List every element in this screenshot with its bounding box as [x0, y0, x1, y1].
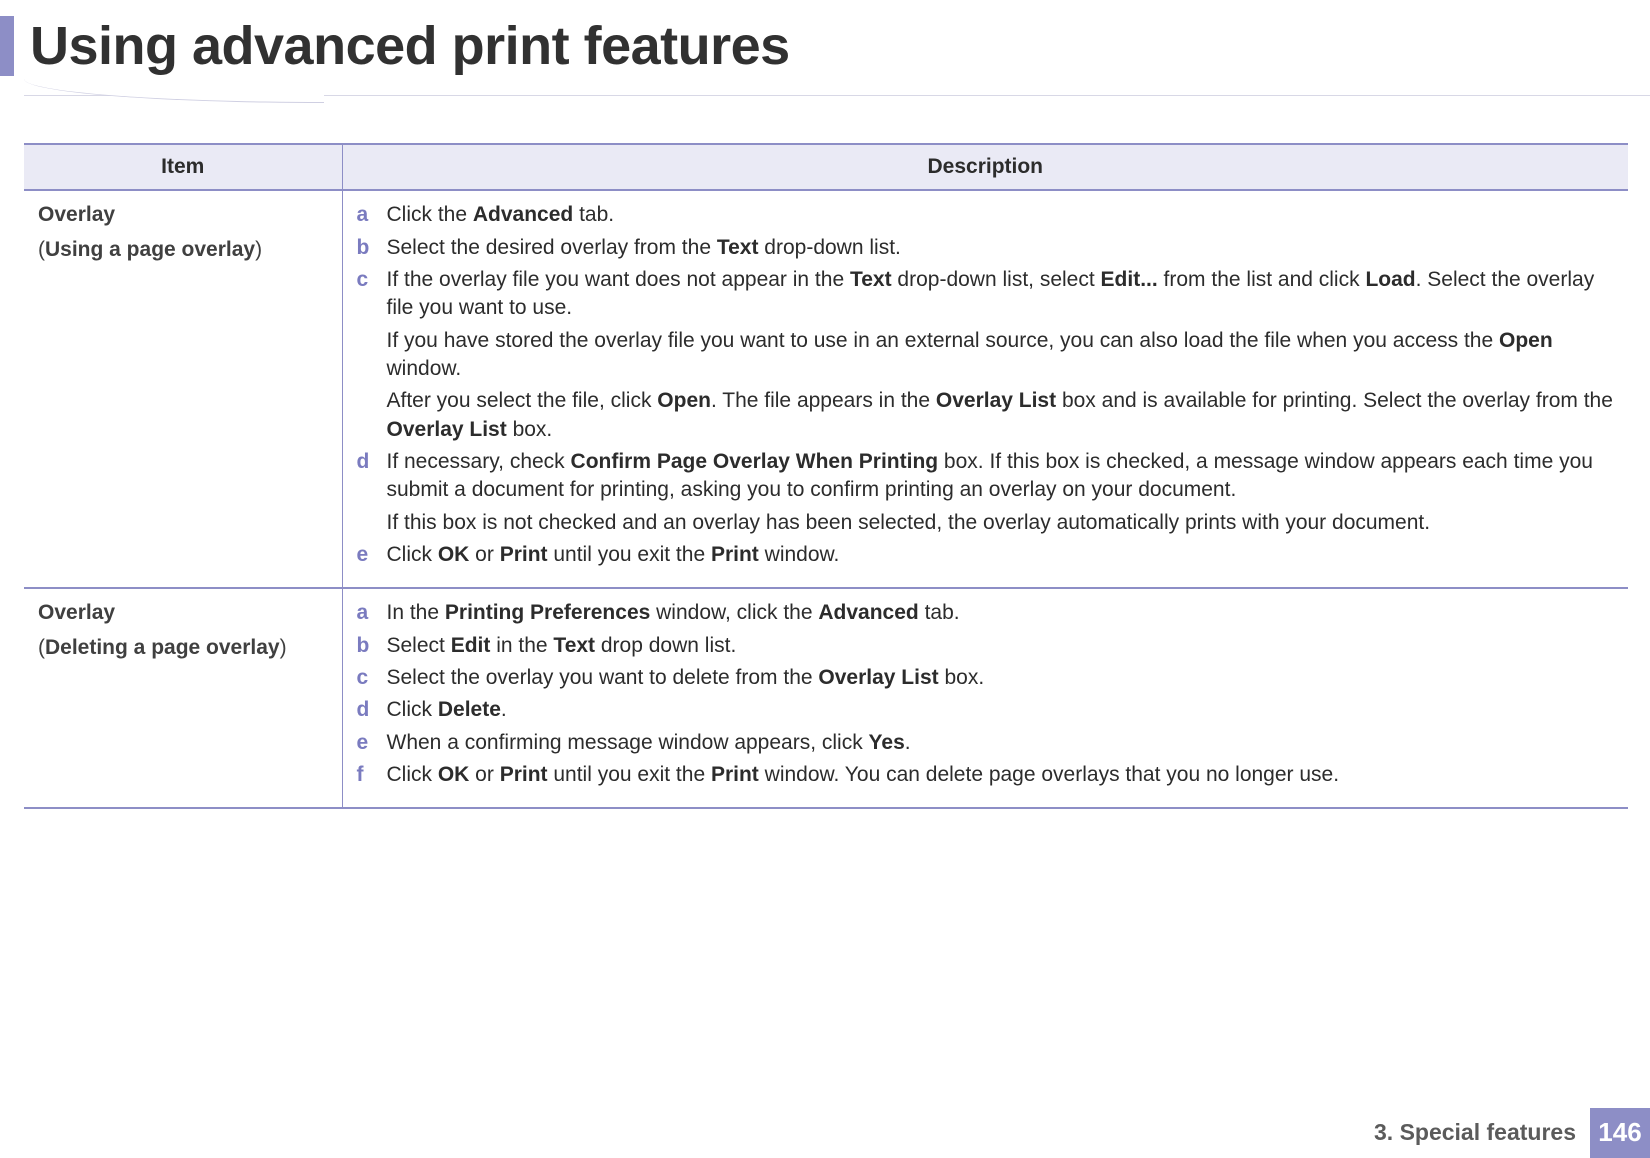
paren-close: ) [255, 238, 262, 261]
item-cell: Overlay (Using a page overlay) [24, 190, 342, 588]
item-subtitle: (Using a page overlay) [38, 238, 262, 261]
step-extra: If you have stored the overlay file you … [387, 327, 1615, 384]
step-item: d Click Delete. [357, 696, 1615, 724]
step-marker: a [357, 599, 375, 627]
step-extra: After you select the file, click Open. T… [387, 387, 1615, 444]
table-row: Overlay (Using a page overlay) a Click the … [24, 190, 1628, 588]
step-marker: f [357, 761, 375, 789]
step-body: Select the desired overlay from the Text… [387, 234, 1615, 262]
steps-list: a In the Printing Preferences window, cli… [357, 599, 1615, 789]
title-underline-curve [24, 79, 324, 103]
item-subtitle-bold: Deleting a page overlay [45, 636, 280, 659]
footer-chapter: 3. Special features [1374, 1117, 1590, 1148]
step-item: f Click OK or Print until you exit the Pr… [357, 761, 1615, 789]
step-extra: If this box is not checked and an overla… [387, 509, 1615, 537]
col-header-description: Description [342, 144, 1628, 190]
item-subtitle: (Deleting a page overlay) [38, 636, 287, 659]
step-body: If the overlay file you want does not ap… [387, 266, 1615, 444]
content-table: Item Description Overlay(Using a page ov… [24, 143, 1628, 810]
step-item: b Select Edit in the Text drop down list. [357, 632, 1615, 660]
item-cell: Overlay (Deleting a page overlay) [24, 588, 342, 808]
step-text: When a confirming message window appears… [387, 729, 1615, 757]
step-text: Select the desired overlay from the Text… [387, 234, 1615, 262]
step-text: Click the Advanced tab. [387, 201, 1615, 229]
table-row: Overlay (Deleting a page overlay) a In the … [24, 588, 1628, 808]
step-text: If necessary, check Confirm Page Overlay… [387, 448, 1615, 505]
step-text: Select the overlay you want to delete fr… [387, 664, 1615, 692]
item-title: Overlay [38, 599, 328, 627]
step-text: In the Printing Preferences window, clic… [387, 599, 1615, 627]
step-body: Click OK or Print until you exit the Pri… [387, 541, 1615, 569]
step-body: In the Printing Preferences window, clic… [387, 599, 1615, 627]
description-cell: a Click the Advanced tab. b Select the desi… [342, 190, 1628, 588]
col-header-item: Item [24, 144, 342, 190]
step-text: Click OK or Print until you exit the Pri… [387, 541, 1615, 569]
paren-open: ( [38, 636, 45, 659]
step-marker: b [357, 632, 375, 660]
step-body: Click the Advanced tab. [387, 201, 1615, 229]
item-subtitle-bold: Using a page overlay [45, 238, 255, 261]
step-item: a Click the Advanced tab. [357, 201, 1615, 229]
step-item: c Select the overlay you want to delete f… [357, 664, 1615, 692]
step-text: Select Edit in the Text drop down list. [387, 632, 1615, 660]
step-marker: c [357, 266, 375, 444]
step-item: b Select the desired overlay from the Tex… [357, 234, 1615, 262]
step-body: Click OK or Print until you exit the Pri… [387, 761, 1615, 789]
step-body: If necessary, check Confirm Page Overlay… [387, 448, 1615, 537]
paren-open: ( [38, 238, 45, 261]
step-item: a In the Printing Preferences window, cli… [357, 599, 1615, 627]
page-title: Using advanced print features [0, 10, 1650, 83]
step-body: Select Edit in the Text drop down list. [387, 632, 1615, 660]
step-marker: d [357, 696, 375, 724]
step-text: Click OK or Print until you exit the Pri… [387, 761, 1615, 789]
step-marker: e [357, 541, 375, 569]
description-cell: a In the Printing Preferences window, cli… [342, 588, 1628, 808]
step-marker: b [357, 234, 375, 262]
step-marker: d [357, 448, 375, 537]
title-underline [24, 89, 1650, 103]
step-item: e When a confirming message window appear… [357, 729, 1615, 757]
steps-list: a Click the Advanced tab. b Select the desi… [357, 201, 1615, 569]
step-item: dIf necessary, check Confirm Page Overla… [357, 448, 1615, 537]
step-body: Click Delete. [387, 696, 1615, 724]
step-body: When a confirming message window appears… [387, 729, 1615, 757]
step-text: Click Delete. [387, 696, 1615, 724]
table-body: Overlay(Using a page overlay)aClick the … [24, 190, 1628, 808]
step-marker: a [357, 201, 375, 229]
step-marker: e [357, 729, 375, 757]
title-area: Using advanced print features [0, 0, 1650, 103]
footer-page-number: 146 [1590, 1108, 1650, 1158]
page-footer: 3. Special features 146 [1374, 1108, 1650, 1158]
step-marker: c [357, 664, 375, 692]
item-title: Overlay [38, 201, 328, 229]
step-item: cIf the overlay file you want does not a… [357, 266, 1615, 444]
step-text: If the overlay file you want does not ap… [387, 266, 1615, 323]
paren-close: ) [280, 636, 287, 659]
title-accent-bar [0, 16, 14, 76]
step-body: Select the overlay you want to delete fr… [387, 664, 1615, 692]
step-item: e Click OK or Print until you exit the Pr… [357, 541, 1615, 569]
